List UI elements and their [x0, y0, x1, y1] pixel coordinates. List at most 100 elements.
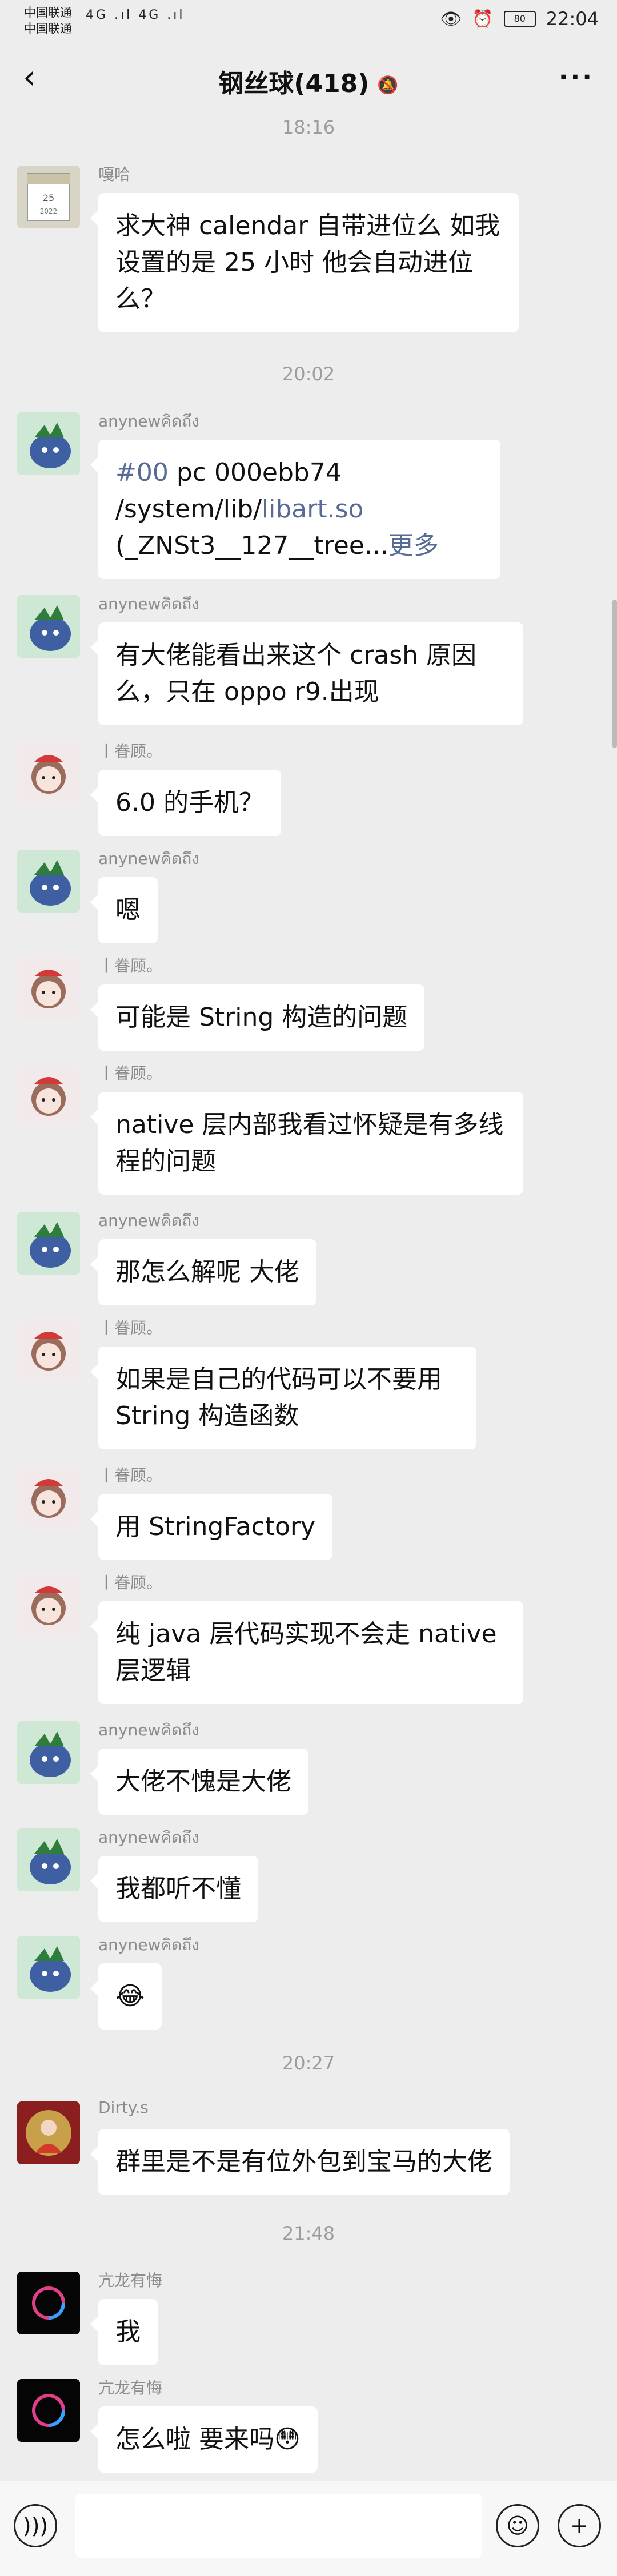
message: anynewคิดถึง #00 pc 000ebb74 /system/lib… [17, 412, 577, 584]
svg-text:2022: 2022 [40, 207, 58, 215]
message-bubble[interactable]: 嗯 [90, 877, 158, 943]
status-right: 👁 ⏰ 80 22:04 [440, 8, 599, 30]
avatar[interactable] [17, 1828, 80, 1891]
sender-name: 亢龙有悔 [98, 2378, 163, 2397]
carrier-info: 中国联通 中国联通 [24, 5, 72, 37]
avatar[interactable] [17, 1319, 80, 1382]
avatar[interactable] [17, 1574, 80, 1637]
avatar[interactable] [17, 1936, 80, 1999]
sender-name: 丨眷顾。 [98, 957, 163, 975]
plus-icon[interactable]: + [558, 2504, 601, 2547]
eye-icon: 👁 [440, 9, 462, 29]
sender-name: 丨眷顾。 [98, 1466, 163, 1485]
sender-name: anynewคิดถึง [98, 1828, 199, 1847]
chat-header: ‹ 钢丝球(418) 🔕 ··· [0, 41, 617, 116]
message: anynewคิดถึง 有大佬能看出来这个 crash 原因么，只在 oppo… [17, 594, 577, 725]
avatar[interactable] [17, 412, 80, 475]
chat-title-wrap: 钢丝球(418) 🔕 [0, 63, 617, 99]
sender-name: anynewคิดถึง [98, 412, 199, 431]
clock-time: 22:04 [546, 8, 599, 30]
avatar[interactable] [17, 1212, 80, 1275]
timestamp: 21:48 [282, 2223, 335, 2244]
message: 丨眷顾。 native 层内部我看过怀疑是有多线程的问题 [17, 1064, 577, 1195]
sender-name: anynewคิดถึง [98, 594, 199, 613]
message: anynewคิดถึง 我都听不懂 [17, 1828, 577, 1922]
status-bar: 中国联通 中国联通 4G .ıl 4G .ıl 👁 ⏰ 80 22:04 [0, 0, 617, 41]
message-input[interactable] [75, 2494, 482, 2558]
avatar[interactable] [17, 2379, 80, 2442]
mute-bell-icon: 🔕 [377, 75, 399, 95]
message: 丨眷顾。 6.0 的手机？ [17, 742, 577, 836]
emoji-icon[interactable]: ☺ [496, 2504, 539, 2547]
message: 丨眷顾。 如果是自己的代码可以不要用 String 构造函数 [17, 1319, 577, 1449]
message-bubble[interactable]: 😂 [90, 1963, 162, 2030]
avatar[interactable] [17, 2101, 80, 2164]
message: Dirty.s 群里是不是有位外包到宝马的大佬 [17, 2098, 577, 2195]
message: 亢龙有悔 我 [17, 2271, 577, 2365]
timestamp: 20:27 [282, 2052, 335, 2074]
sender-name: 丨眷顾。 [98, 1319, 163, 1337]
message-bubble[interactable]: 如果是自己的代码可以不要用 String 构造函数 [90, 1347, 476, 1449]
message-text: (_ZNSt3__127__tree... [115, 531, 388, 560]
message: 丨眷顾。 用 StringFactory [17, 1466, 577, 1560]
message-bubble[interactable]: 有大佬能看出来这个 crash 原因么，只在 oppo r9.出现 [90, 622, 523, 725]
carrier-line-1: 中国联通 [24, 6, 72, 19]
avatar[interactable] [17, 957, 80, 1020]
message: 25 2022 嘎哈 求大神 calendar 自带进位么 如我设置的是 25 … [17, 165, 577, 332]
avatar[interactable] [17, 1721, 80, 1784]
message: 丨眷顾。 可能是 String 构造的问题 [17, 957, 577, 1051]
message-link[interactable]: #00 [115, 458, 169, 487]
message-bubble[interactable]: 那怎么解呢 大佬 [90, 1239, 316, 1305]
message: anynewคิดถึง 那怎么解呢 大佬 [17, 1211, 577, 1305]
message-bubble[interactable]: 用 StringFactory [90, 1494, 333, 1560]
message: anynewคิดถึง 😂 [17, 1935, 577, 2030]
chat-title: 钢丝球(418) [218, 69, 370, 98]
alarm-icon: ⏰ [472, 9, 494, 29]
sender-name: 丨眷顾。 [98, 1064, 163, 1083]
carrier-line-2: 中国联通 [24, 22, 72, 35]
chat-message-list[interactable]: 18:16 25 2022 嘎哈 求大神 calendar 自带进位么 如我设置… [0, 116, 617, 2481]
avatar[interactable] [17, 2272, 80, 2334]
avatar[interactable]: 25 2022 [17, 166, 80, 228]
message-bubble[interactable]: native 层内部我看过怀疑是有多线程的问题 [90, 1092, 523, 1195]
avatar[interactable] [17, 742, 80, 805]
avatar[interactable] [17, 1466, 80, 1529]
message-bubble[interactable]: 群里是不是有位外包到宝马的大佬 [90, 2129, 510, 2195]
message-bubble[interactable]: 纯 java 层代码实现不会走 native 层逻辑 [90, 1601, 523, 1704]
avatar[interactable] [17, 595, 80, 658]
sender-name: anynewคิดถึง [98, 1935, 199, 1954]
message: 亢龙有悔 怎么啦 要来吗😳 [17, 2378, 577, 2473]
sender-name: anynewคิดถึง [98, 849, 199, 868]
avatar[interactable] [17, 850, 80, 913]
sender-name: anynewคิดถึง [98, 1721, 199, 1739]
sender-name: 丨眷顾。 [98, 1573, 163, 1592]
message: anynewคิดถึง 大佬不愧是大佬 [17, 1721, 577, 1815]
message-bubble[interactable]: 可能是 String 构造的问题 [90, 984, 425, 1051]
timestamp: 18:16 [282, 116, 335, 138]
message: 丨眷顾。 纯 java 层代码实现不会走 native 层逻辑 [17, 1573, 577, 1704]
message-bubble[interactable]: 怎么啦 要来吗😳 [90, 2406, 318, 2473]
scrollbar[interactable] [612, 600, 617, 748]
message-bubble[interactable]: 我都听不懂 [90, 1856, 258, 1922]
avatar[interactable] [17, 1064, 80, 1127]
sender-name: anynewคิดถึง [98, 1211, 199, 1230]
message-bubble[interactable]: 6.0 的手机？ [90, 770, 281, 836]
timestamp: 20:02 [282, 363, 335, 385]
message-link[interactable]: libart.so [262, 495, 364, 524]
input-bar: ))) ☺ + [0, 2481, 617, 2576]
svg-text:25: 25 [43, 192, 54, 203]
more-link[interactable]: 更多 [388, 531, 439, 560]
message-bubble[interactable]: 我 [90, 2299, 158, 2365]
message-bubble[interactable]: #00 pc 000ebb74 /system/lib/libart.so (_… [90, 440, 500, 579]
more-options-icon[interactable]: ··· [559, 65, 594, 90]
voice-icon[interactable]: ))) [14, 2504, 57, 2547]
signal-icon: 4G .ıl 4G .ıl [86, 8, 185, 22]
battery-icon: 80 [503, 11, 536, 27]
sender-name: 亢龙有悔 [98, 2271, 163, 2290]
message: anynewคิดถึง 嗯 [17, 849, 577, 943]
sender-name: 丨眷顾。 [98, 742, 163, 761]
message-bubble[interactable]: 求大神 calendar 自带进位么 如我设置的是 25 小时 他会自动进位么？ [90, 193, 519, 332]
message-bubble[interactable]: 大佬不愧是大佬 [90, 1749, 308, 1815]
sender-name: 嘎哈 [98, 165, 131, 184]
sender-name: Dirty.s [98, 2098, 149, 2117]
